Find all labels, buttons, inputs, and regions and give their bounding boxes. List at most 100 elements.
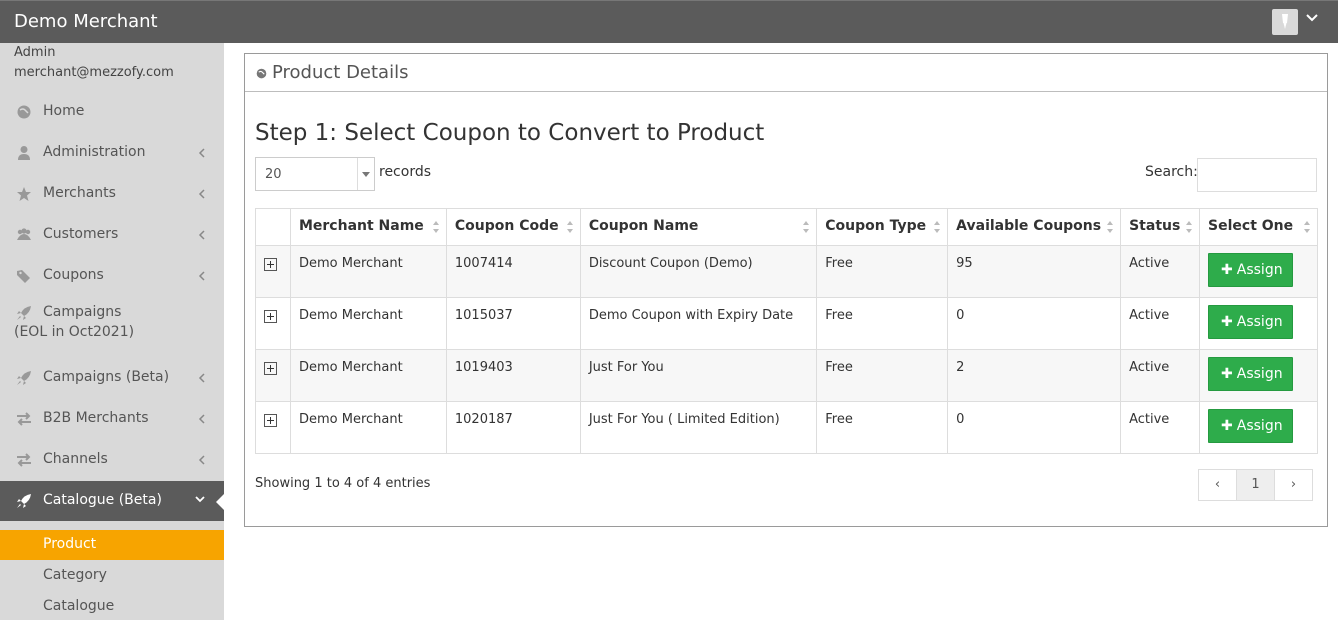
sidebar-item-channels[interactable]: Channels: [0, 440, 224, 480]
sidebar-item-label: B2B Merchants: [43, 410, 149, 426]
expand-cell[interactable]: [255, 245, 291, 298]
panel-header: Product Details: [245, 54, 1327, 92]
sidebar-item-home[interactable]: Home: [0, 92, 224, 132]
merchant-name-cell: Demo Merchant: [289, 401, 447, 454]
user-avatar-button[interactable]: [1272, 9, 1298, 35]
sidebar-item-label: Coupons: [43, 267, 104, 283]
coupon-table: Merchant Name Coupon Code Coupon Name Co…: [255, 208, 1318, 454]
pagination-page-current[interactable]: 1: [1236, 469, 1275, 501]
available-coupons-cell: 0: [947, 401, 1122, 454]
panel-title: Product Details: [272, 62, 409, 83]
rocket-icon: [17, 494, 31, 508]
sidebar-item-label: Campaigns (Beta): [43, 369, 170, 385]
coupon-name-cell: Discount Coupon (Demo): [579, 245, 818, 298]
assign-button-label: Assign: [1236, 262, 1283, 278]
sidebar-item-label: Customers: [43, 226, 119, 242]
assign-button[interactable]: ✚ Assign: [1208, 253, 1294, 287]
pagination-previous[interactable]: ‹: [1198, 469, 1237, 501]
column-header-label: Coupon Type: [825, 218, 927, 234]
sidebar-item-label: Merchants: [43, 185, 116, 201]
sidebar-user: Admin merchant@mezzofy.com: [14, 43, 174, 83]
coupon-code-cell: 1019403: [445, 349, 581, 402]
merchant-name-cell: Demo Merchant: [289, 297, 447, 350]
expand-plus-icon[interactable]: [264, 414, 277, 427]
sidebar-item-campaigns[interactable]: Campaigns (EOL in Oct2021): [0, 297, 224, 347]
coupon-name-cell: Just For You ( Limited Edition): [579, 401, 818, 454]
assign-button[interactable]: ✚ Assign: [1208, 305, 1294, 339]
column-header-label: Coupon Code: [454, 218, 559, 234]
assign-button-label: Assign: [1236, 418, 1283, 434]
user-icon: [1282, 14, 1288, 29]
expand-column-header: [255, 208, 291, 246]
sort-icon: [1304, 221, 1310, 233]
table-info: Showing 1 to 4 of 4 entries: [255, 476, 431, 491]
search-input[interactable]: [1197, 158, 1317, 192]
records-per-page-select[interactable]: 20: [255, 157, 375, 191]
coupon-code-cell: 1007414: [445, 245, 581, 298]
exchange-icon: [17, 453, 31, 467]
plus-icon: ✚: [1221, 366, 1233, 382]
merchant-name-cell: Demo Merchant: [289, 245, 447, 298]
table-row: Demo Merchant 1020187 Just For You ( Lim…: [255, 401, 1318, 454]
column-header-coupon-type[interactable]: Coupon Type: [816, 208, 949, 246]
sidebar-subitem-product[interactable]: Product: [0, 530, 224, 560]
expand-cell[interactable]: [255, 349, 291, 402]
search-label: Search:: [1145, 164, 1198, 180]
sidebar-item-coupons[interactable]: Coupons: [0, 256, 224, 296]
expand-plus-icon[interactable]: [264, 362, 277, 375]
chevron-left-icon: [198, 230, 205, 240]
table-row: Demo Merchant 1019403 Just For You Free …: [255, 349, 1318, 402]
tag-icon: [17, 270, 30, 283]
sidebar-subitem-category[interactable]: Category: [0, 561, 224, 591]
column-header-label: Available Coupons: [956, 218, 1102, 234]
available-coupons-cell: 2: [947, 349, 1122, 402]
plus-icon: ✚: [1221, 314, 1233, 330]
sidebar-item-administration[interactable]: Administration: [0, 133, 224, 173]
sidebar-item-merchants[interactable]: Merchants: [0, 174, 224, 214]
sidebar-item-b2b-merchants[interactable]: B2B Merchants: [0, 399, 224, 439]
assign-button[interactable]: ✚ Assign: [1208, 409, 1294, 443]
assign-button[interactable]: ✚ Assign: [1208, 357, 1294, 391]
chevron-left-icon: [198, 271, 205, 281]
assign-button-label: Assign: [1236, 314, 1283, 330]
sidebar-item-label: Catalogue (Beta): [43, 492, 162, 508]
select-cell: ✚ Assign: [1199, 245, 1318, 298]
rocket-icon: [17, 306, 31, 320]
column-header-coupon-code[interactable]: Coupon Code: [445, 208, 581, 246]
status-cell: Active: [1120, 401, 1201, 454]
column-header-merchant-name[interactable]: Merchant Name: [289, 208, 447, 246]
expand-plus-icon[interactable]: [264, 258, 277, 271]
chevron-left-icon: [198, 414, 205, 424]
user-email: merchant@mezzofy.com: [14, 65, 174, 80]
table-row: Demo Merchant 1007414 Discount Coupon (D…: [255, 245, 1318, 298]
merchant-name-cell: Demo Merchant: [289, 349, 447, 402]
coupon-code-cell: 1015037: [445, 297, 581, 350]
column-header-available-coupons[interactable]: Available Coupons: [947, 208, 1122, 246]
sidebar-item-customers[interactable]: Customers: [0, 215, 224, 255]
select-cell: ✚ Assign: [1199, 349, 1318, 402]
sidebar: Admin merchant@mezzofy.com Home Administ…: [0, 43, 225, 620]
sort-icon: [566, 221, 573, 233]
column-header-select-one[interactable]: Select One: [1199, 208, 1318, 246]
column-header-status[interactable]: Status: [1120, 208, 1201, 246]
expand-cell[interactable]: [255, 297, 291, 350]
sidebar-item-catalogue-beta[interactable]: Catalogue (Beta): [0, 481, 225, 521]
exchange-icon: [17, 412, 31, 426]
expand-cell[interactable]: [255, 401, 291, 454]
sort-icon: [1107, 221, 1114, 233]
sort-icon: [1186, 221, 1193, 233]
chevron-down-icon[interactable]: [1306, 13, 1318, 23]
sidebar-subitem-catalogue[interactable]: Catalogue: [0, 592, 224, 620]
pagination-next[interactable]: ›: [1274, 469, 1313, 501]
column-header-label: Status: [1129, 218, 1181, 234]
sidebar-item-campaigns-beta[interactable]: Campaigns (Beta): [0, 358, 224, 398]
sidebar-subitem-label: Category: [43, 567, 107, 583]
column-header-label: Coupon Name: [588, 218, 699, 234]
expand-plus-icon[interactable]: [264, 310, 277, 323]
coupon-name-cell: Demo Coupon with Expiry Date: [579, 297, 818, 350]
chevron-left-icon: [198, 373, 205, 383]
user-icon: [18, 146, 30, 160]
chevron-left-icon: [198, 189, 205, 199]
coupon-type-cell: Free: [816, 401, 949, 454]
column-header-coupon-name[interactable]: Coupon Name: [579, 208, 818, 246]
